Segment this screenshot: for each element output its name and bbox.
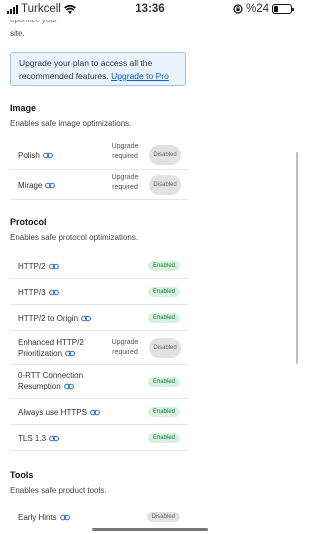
setting-name-line-1: Enhanced HTTP/2 [18,338,84,347]
section-desc-protocol: Enables safe protocol optimizations. [10,233,139,242]
setting-label: HTTP/2 to Origin [18,313,91,324]
link-icon[interactable] [42,152,53,159]
setting-row-early-hints[interactable]: Early Hints Disabled [10,505,188,527]
setting-row-always-use-https[interactable]: Always use HTTPS Enabled [10,399,188,425]
link-icon[interactable] [59,514,70,521]
setting-name: HTTP/2 to Origin [18,314,79,323]
upgrade-required-label: Upgrade required [111,174,139,191]
home-indicator[interactable] [92,528,208,531]
status-right: %24 [233,3,294,15]
scrollbar[interactable] [296,152,298,364]
intro-line-2: site. [10,29,25,38]
setting-label: HTTP/3 [18,287,59,298]
setting-label: TLS 1.3 [18,433,59,444]
setting-label: Enhanced HTTP/2 Prioritization [18,337,84,359]
upgrade-to-pro-link[interactable]: Upgrade to Pro [111,71,169,81]
status-badge[interactable]: Enabled [147,287,180,297]
section-title-image: Image [10,103,37,113]
link-icon[interactable] [90,409,100,416]
status-badge[interactable]: Disabled [146,512,180,522]
link-icon[interactable] [45,182,56,189]
link-icon[interactable] [48,263,59,270]
upgrade-required-label: Upgrade required [111,339,139,356]
link-icon[interactable] [48,289,59,296]
setting-row-enhanced-http2-prioritization[interactable]: Enhanced HTTP/2 Prioritization Upgrade r… [10,331,188,365]
setting-label: HTTP/2 [18,261,59,272]
orientation-lock-icon [233,4,243,14]
setting-row-polish[interactable]: Polish Upgrade required Disabled [10,140,188,170]
setting-name-line-2: Resumption [18,382,61,391]
link-icon[interactable] [63,383,74,390]
setting-name: Always use HTTPS [18,408,87,417]
setting-name-line-2: Prioritization [18,349,63,358]
setting-row-http3[interactable]: HTTP/3 Enabled [10,279,188,305]
status-badge[interactable]: Enabled [147,433,180,443]
upgrade-notice: Upgrade your plan to access all the reco… [10,52,186,86]
battery-icon [272,4,294,14]
status-badge[interactable]: Enabled [147,261,180,271]
link-icon[interactable] [49,435,59,442]
setting-name: Polish [18,151,40,160]
section-title-protocol: Protocol [10,217,47,227]
setting-row-http2[interactable]: HTTP/2 Enabled [10,253,188,279]
section-title-tools: Tools [10,470,34,480]
setting-label: Early Hints [18,512,70,523]
status-badge[interactable]: Disabled [149,338,181,358]
setting-row-tls13[interactable]: TLS 1.3 Enabled [10,425,188,451]
section-desc-image: Enables safe image optimizations. [10,119,132,128]
setting-name: TLS 1.3 [18,434,47,443]
setting-label: Always use HTTPS [18,407,100,418]
link-icon[interactable] [65,350,75,357]
setting-label: Mirage [18,180,56,191]
battery-percent: %24 [245,3,269,15]
status-bar: Turkcell 13:36 %24 [0,0,300,20]
section-desc-tools: Enables safe product tools. [10,486,107,495]
setting-row-0rtt-connection-resumption[interactable]: 0-RTT Connection Resumption Enabled [10,365,188,399]
setting-name: HTTP/3 [18,288,46,297]
link-icon[interactable] [81,315,91,322]
setting-label: 0-RTT Connection Resumption [18,370,83,392]
status-badge[interactable]: Disabled [149,175,181,195]
setting-row-mirage[interactable]: Mirage Upgrade required Disabled [10,170,188,200]
status-badge[interactable]: Disabled [149,145,181,165]
status-badge[interactable]: Enabled [147,377,180,387]
setting-name: HTTP/2 [18,262,46,271]
status-badge[interactable]: Enabled [147,313,180,323]
setting-name: Mirage [18,181,43,190]
setting-row-http2-to-origin[interactable]: HTTP/2 to Origin Enabled [10,305,188,331]
setting-name-line-1: 0-RTT Connection [18,371,84,380]
upgrade-required-label: Upgrade required [111,143,139,160]
status-badge[interactable]: Enabled [147,407,180,417]
setting-label: Polish [18,150,53,161]
setting-name: Early Hints [18,513,57,522]
